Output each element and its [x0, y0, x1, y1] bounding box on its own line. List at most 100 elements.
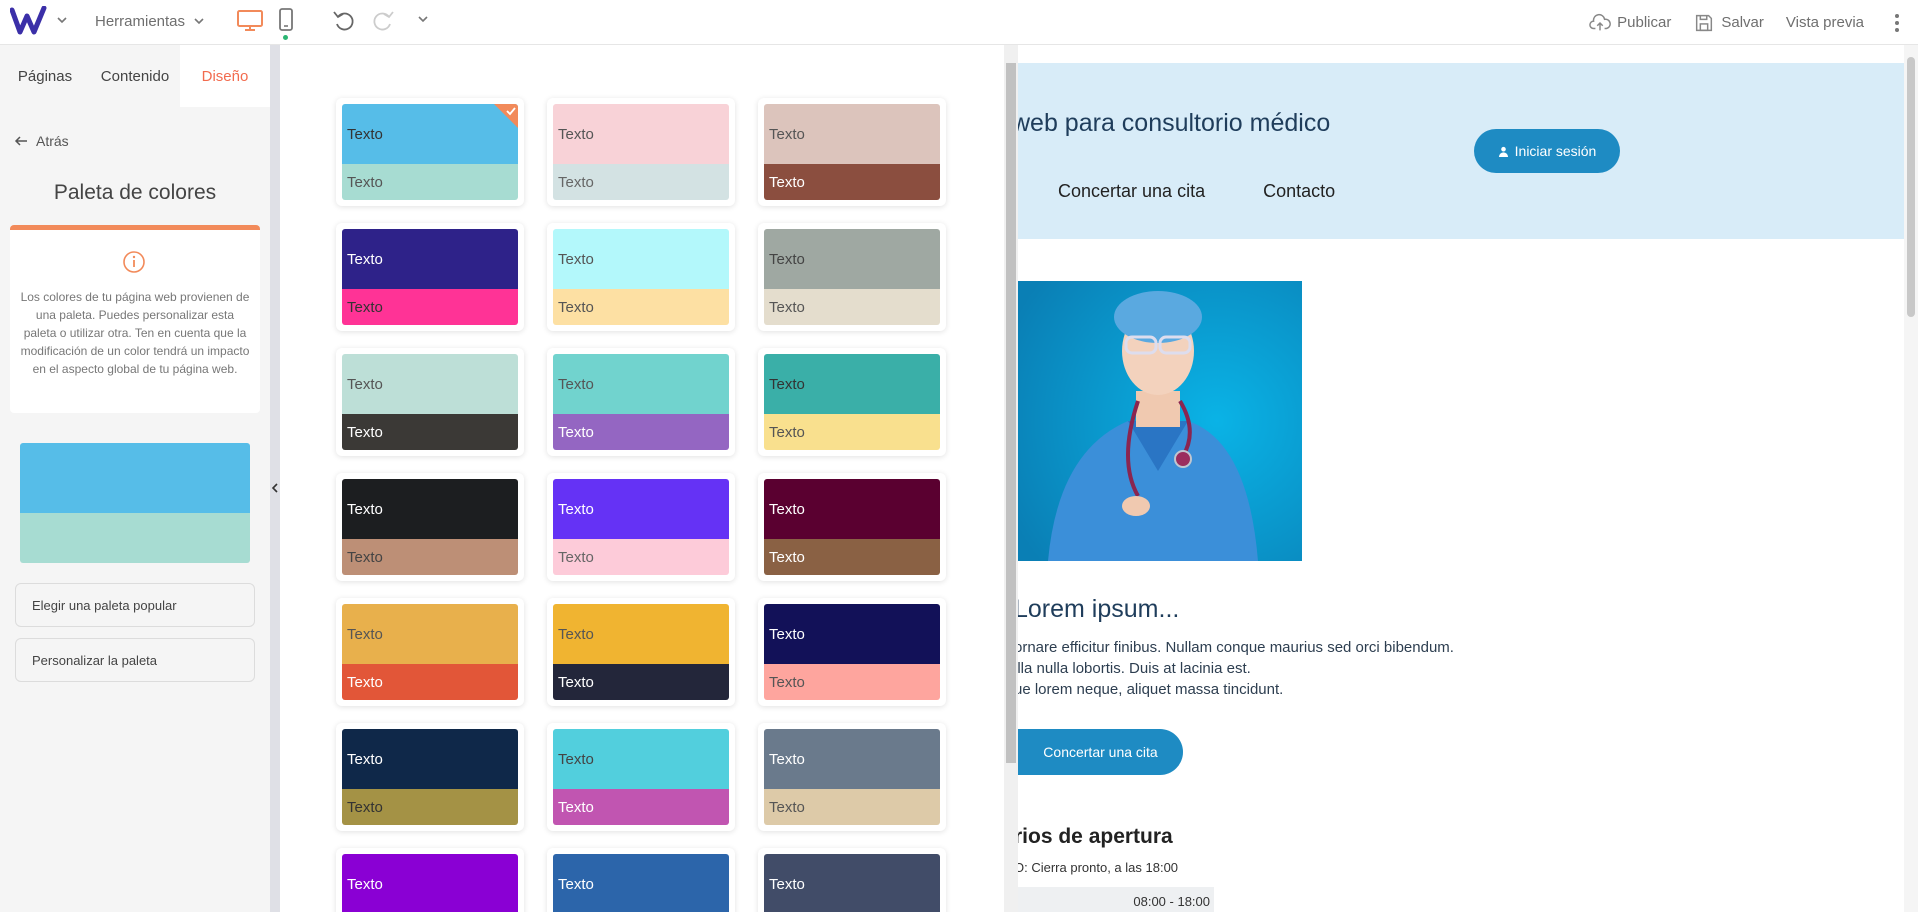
palette-option[interactable]: Texto Texto	[758, 348, 946, 456]
palette-secondary-swatch: Texto	[553, 414, 729, 450]
palette-primary-swatch: Texto	[342, 229, 518, 289]
doctor-hero-image	[1018, 281, 1302, 561]
body-line: ornare efficitur finibus. Nullam conque …	[1018, 639, 1454, 656]
palette-option[interactable]: Texto Texto	[758, 223, 946, 331]
section-body: ornare efficitur finibus. Nullam conque …	[1018, 637, 1454, 700]
undo-icon[interactable]	[331, 8, 355, 32]
active-device-indicator	[283, 35, 288, 40]
info-icon	[123, 251, 145, 273]
palette-option[interactable]: Texto Texto	[336, 348, 524, 456]
preview-button[interactable]: Vista previa	[1786, 14, 1864, 31]
palette-grid-scrollbar[interactable]	[1004, 45, 1018, 912]
palette-primary-swatch: Texto	[342, 104, 518, 164]
palette-option[interactable]: Texto Texto	[547, 223, 735, 331]
info-text: Los colores de tu página web provienen d…	[20, 290, 250, 376]
user-icon	[1498, 146, 1508, 157]
palette-option[interactable]: Texto Texto	[758, 473, 946, 581]
tab-pages[interactable]: Páginas	[0, 45, 90, 107]
chevron-down-icon[interactable]	[56, 14, 68, 26]
choose-popular-palette-button[interactable]: Elegir una paleta popular	[15, 583, 255, 627]
website-preview: web para consultorio médico Iniciar sesi…	[1018, 45, 1904, 912]
webnode-logo-icon[interactable]	[10, 6, 48, 36]
floppy-disk-icon	[1696, 14, 1713, 31]
body-line: ue lorem neque, aliquet massa tincidunt.	[1018, 681, 1284, 698]
palette-option[interactable]: Texto	[336, 848, 524, 912]
chevron-down-icon	[194, 18, 204, 25]
palette-option[interactable]: Texto Texto	[547, 473, 735, 581]
scrollbar-thumb[interactable]	[1907, 57, 1915, 317]
current-palette-secondary	[20, 513, 250, 563]
customize-palette-button[interactable]: Personalizar la paleta	[15, 638, 255, 682]
palette-secondary-swatch: Texto	[342, 664, 518, 700]
login-button[interactable]: Iniciar sesión	[1474, 129, 1620, 173]
scrollbar-thumb[interactable]	[1006, 63, 1016, 763]
palette-secondary-swatch: Texto	[553, 164, 729, 200]
palette-primary-swatch: Texto	[342, 479, 518, 539]
panel-collapse-handle[interactable]	[270, 45, 280, 912]
palette-primary-swatch: Texto	[553, 104, 729, 164]
palette-secondary-swatch: Texto	[553, 789, 729, 825]
cloud-upload-icon	[1589, 13, 1612, 30]
appointment-cta-button[interactable]: Concertar una cita	[1018, 729, 1183, 775]
publish-button[interactable]: Publicar	[1589, 12, 1671, 34]
palette-primary-swatch: Texto	[342, 354, 518, 414]
palette-primary-swatch: Texto	[553, 854, 729, 912]
palette-option[interactable]: Texto Texto	[336, 473, 524, 581]
palette-option[interactable]: Texto Texto	[547, 98, 735, 206]
palette-secondary-swatch: Texto	[342, 164, 518, 200]
nav-link-contact[interactable]: Contacto	[1263, 181, 1335, 202]
opening-hours-row: 08:00 - 18:00	[1018, 887, 1214, 912]
palette-option[interactable]: Texto	[758, 848, 946, 912]
preview-scrollbar[interactable]	[1904, 45, 1918, 912]
opening-hours-title: rios de apertura	[1018, 825, 1173, 848]
desktop-view-icon[interactable]	[236, 8, 264, 32]
palette-option[interactable]: Texto Texto	[547, 723, 735, 831]
more-options-icon[interactable]	[1886, 12, 1908, 34]
palette-option[interactable]: Texto Texto	[547, 348, 735, 456]
tools-menu[interactable]: Herramientas	[95, 10, 205, 32]
save-button[interactable]: Salvar	[1693, 12, 1764, 34]
design-sidebar: Páginas Contenido Diseño Atrás Paleta de…	[0, 45, 270, 912]
chevron-down-icon[interactable]	[417, 13, 429, 25]
top-toolbar: Herramientas Publicar Salvar Vista previ…	[0, 0, 1918, 45]
login-label: Iniciar sesión	[1514, 143, 1597, 159]
palette-primary-swatch: Texto	[764, 104, 940, 164]
mobile-view-icon[interactable]	[278, 8, 294, 32]
nav-link-appointment[interactable]: Concertar una cita	[1058, 181, 1205, 202]
palette-secondary-swatch: Texto	[342, 539, 518, 575]
tab-content[interactable]: Contenido	[90, 45, 180, 107]
palette-option[interactable]: Texto Texto	[758, 98, 946, 206]
palette-primary-swatch: Texto	[342, 854, 518, 912]
palette-primary-swatch: Texto	[764, 604, 940, 664]
palette-primary-swatch: Texto	[342, 604, 518, 664]
palette-primary-swatch: Texto	[553, 604, 729, 664]
publish-label: Publicar	[1617, 14, 1672, 31]
palette-option[interactable]: Texto Texto	[336, 723, 524, 831]
opening-hours-status: O: Cierra pronto, a las 18:00	[1018, 860, 1179, 875]
palette-secondary-swatch: Texto	[764, 664, 940, 700]
palette-option[interactable]: Texto Texto	[758, 723, 946, 831]
info-card: Los colores de tu página web provienen d…	[10, 225, 260, 413]
current-palette-preview	[20, 443, 250, 563]
back-button[interactable]: Atrás	[14, 133, 69, 149]
palette-secondary-swatch: Texto	[342, 789, 518, 825]
chevron-left-icon[interactable]	[271, 480, 279, 496]
palette-primary-swatch: Texto	[553, 729, 729, 789]
palette-option[interactable]: Texto Texto	[336, 98, 524, 206]
palette-option[interactable]: Texto Texto	[336, 223, 524, 331]
palette-option[interactable]: Texto Texto	[336, 598, 524, 706]
palette-primary-swatch: Texto	[553, 354, 729, 414]
palette-option[interactable]: Texto	[547, 848, 735, 912]
body-line: illa nulla lobortis. Duis at lacinia est…	[1018, 660, 1251, 677]
palette-primary-swatch: Texto	[764, 354, 940, 414]
palette-option[interactable]: Texto Texto	[547, 598, 735, 706]
palette-option[interactable]: Texto Texto	[758, 598, 946, 706]
palette-secondary-swatch: Texto	[764, 414, 940, 450]
palette-secondary-swatch: Texto	[342, 289, 518, 325]
site-header: web para consultorio médico Iniciar sesi…	[1018, 63, 1904, 239]
palette-secondary-swatch: Texto	[553, 289, 729, 325]
palette-grid: Texto Texto Texto Texto Texto Texto Texto Texto…	[280, 45, 1004, 912]
redo-icon[interactable]	[372, 8, 396, 32]
tab-design[interactable]: Diseño	[180, 45, 270, 107]
site-title: web para consultorio médico	[1018, 109, 1331, 137]
